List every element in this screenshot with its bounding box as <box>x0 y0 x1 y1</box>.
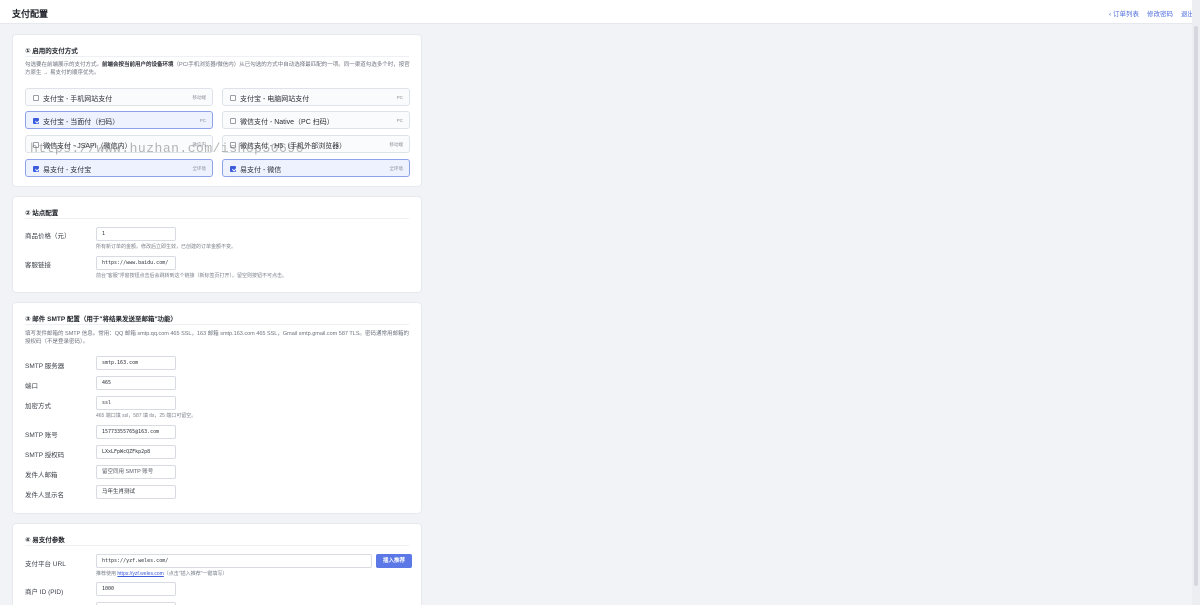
epay-card: ④ 易支付参数 支付平台 URL https://yzf.weles.com/ … <box>12 523 422 605</box>
env-tag: 全环境 <box>192 166 207 171</box>
smtp-desc: 填写发件邮箱的 SMTP 信息。常用：QQ 邮箱 smtp.qq.com 465… <box>25 331 409 345</box>
payment-methods-card: ① 启用的支付方式 勾选要在前端展示的支付方式。前端会按当前用户的设备环境（PC… <box>12 34 422 187</box>
epay-title: ④ 易支付参数 <box>25 537 65 544</box>
service-link-hint: 前台"客服"浮窗按钮点击后会跳转到这个链接（新标签页打开）。留空则按钮不可点击。 <box>96 273 288 279</box>
epay-url-input[interactable]: https://yzf.weles.com/ <box>96 554 372 568</box>
smtp-card: ③ 邮件 SMTP 配置（用于"将结果发送至邮箱"功能） 填写发件邮箱的 SMT… <box>12 302 422 514</box>
encryption-hint: 465 端口填 ssl，587 填 tls，25 端口可留空。 <box>96 413 197 419</box>
top-bar: 支付配置 ‹ 订单列表 修改密码 退出 <box>0 0 1200 24</box>
smtp-host-label: SMTP 服务器 <box>25 363 65 370</box>
option-alipay-pc[interactable]: 支付宝 - 电脑网站支付 PC <box>222 88 410 106</box>
page-scrollbar[interactable] <box>1192 0 1200 605</box>
epay-url-hint: 推荐使用 https://yzf.weles.com（点击"插入推荐"一键填写） <box>96 571 228 577</box>
price-label: 商品价格（元） <box>25 233 71 240</box>
sender-email-label: 发件人邮箱 <box>25 472 58 479</box>
divider <box>25 218 409 219</box>
env-tag: PC <box>396 95 403 100</box>
smtp-encryption-input[interactable]: ssl <box>96 396 176 410</box>
option-wechat-h5[interactable]: 微信支付 - H5（手机外部浏览器） 移动端 <box>222 135 410 153</box>
smtp-account-label: SMTP 账号 <box>25 432 58 439</box>
checkbox[interactable] <box>33 142 39 148</box>
smtp-title: ③ 邮件 SMTP 配置（用于"将结果发送至邮箱"功能） <box>25 316 178 323</box>
env-tag: 微信内 <box>192 142 207 147</box>
checkbox-checked[interactable] <box>33 118 39 124</box>
price-input[interactable]: 1 <box>96 227 176 241</box>
smtp-port-label: 端口 <box>25 383 38 390</box>
checkbox[interactable] <box>230 118 236 124</box>
epay-url-label: 支付平台 URL <box>25 561 66 568</box>
option-epay-alipay[interactable]: 易支付 - 支付宝 全环境 <box>25 159 213 177</box>
env-tag: PC <box>199 118 206 123</box>
change-password-link[interactable]: 修改密码 <box>1147 8 1173 18</box>
divider <box>25 324 409 325</box>
option-epay-wechat[interactable]: 易支付 - 微信 全环境 <box>222 159 410 177</box>
pid-input[interactable]: 1000 <box>96 582 176 596</box>
smtp-encryption-label: 加密方式 <box>25 403 51 410</box>
service-link-label: 客服链接 <box>25 262 51 269</box>
smtp-host-input[interactable]: smtp.163.com <box>96 356 176 370</box>
payment-methods-desc: 勾选要在前端展示的支付方式。前端会按当前用户的设备环境（PC/手机浏览器/微信内… <box>25 62 410 76</box>
smtp-port-input[interactable]: 465 <box>96 376 176 390</box>
sender-name-input[interactable]: 马年生肖测试 <box>96 485 176 499</box>
divider <box>25 545 409 546</box>
pid-label: 商户 ID (PID) <box>25 589 64 596</box>
option-wechat-native[interactable]: 微信支付 - Native（PC 扫码） PC <box>222 111 410 129</box>
scrollbar-thumb[interactable] <box>1194 26 1198 586</box>
site-config-card: ② 站点配置 商品价格（元） 1 所有新订单的金额。修改后立即生效，已创建的订单… <box>12 196 422 293</box>
checkbox[interactable] <box>230 95 236 101</box>
sender-email-input[interactable]: 留空同用 SMTP 账号 <box>96 465 176 479</box>
env-tag: PC <box>396 118 403 123</box>
page-title: 支付配置 <box>12 9 49 19</box>
order-list-link[interactable]: ‹ 订单列表 <box>1109 8 1139 18</box>
sender-name-label: 发件人显示名 <box>25 492 64 499</box>
checkbox-checked[interactable] <box>33 166 39 172</box>
env-tag: 移动端 <box>192 95 207 100</box>
option-alipay-f2f[interactable]: 支付宝 - 当面付（扫码） PC <box>25 111 213 129</box>
insert-recommended-button[interactable]: 插入推荐 <box>376 554 412 568</box>
env-tag: 全环境 <box>389 166 404 171</box>
header-links: ‹ 订单列表 修改密码 退出 <box>1109 8 1194 18</box>
option-alipay-wap[interactable]: 支付宝 - 手机网站支付 移动端 <box>25 88 213 106</box>
checkbox[interactable] <box>33 95 39 101</box>
recommended-url-link[interactable]: https://yzf.weles.com <box>117 571 163 577</box>
smtp-auth-code-input[interactable]: LXxLFpWcQZFkp2p8 <box>96 445 176 459</box>
site-config-title: ② 站点配置 <box>25 210 59 217</box>
payment-methods-title: ① 启用的支付方式 <box>25 48 78 55</box>
checkbox-checked[interactable] <box>230 166 236 172</box>
option-wechat-jsapi[interactable]: 微信支付 - JSAPI（微信内） 微信内 <box>25 135 213 153</box>
checkbox[interactable] <box>230 142 236 148</box>
service-link-input[interactable]: https://www.baidu.com/ <box>96 256 176 270</box>
env-tag: 移动端 <box>389 142 404 147</box>
divider <box>25 56 409 57</box>
price-hint: 所有新订单的金额。修改后立即生效，已创建的订单金额不变。 <box>96 244 237 250</box>
smtp-account-input[interactable]: 15773355765@163.com <box>96 425 176 439</box>
smtp-auth-code-label: SMTP 授权码 <box>25 452 65 459</box>
